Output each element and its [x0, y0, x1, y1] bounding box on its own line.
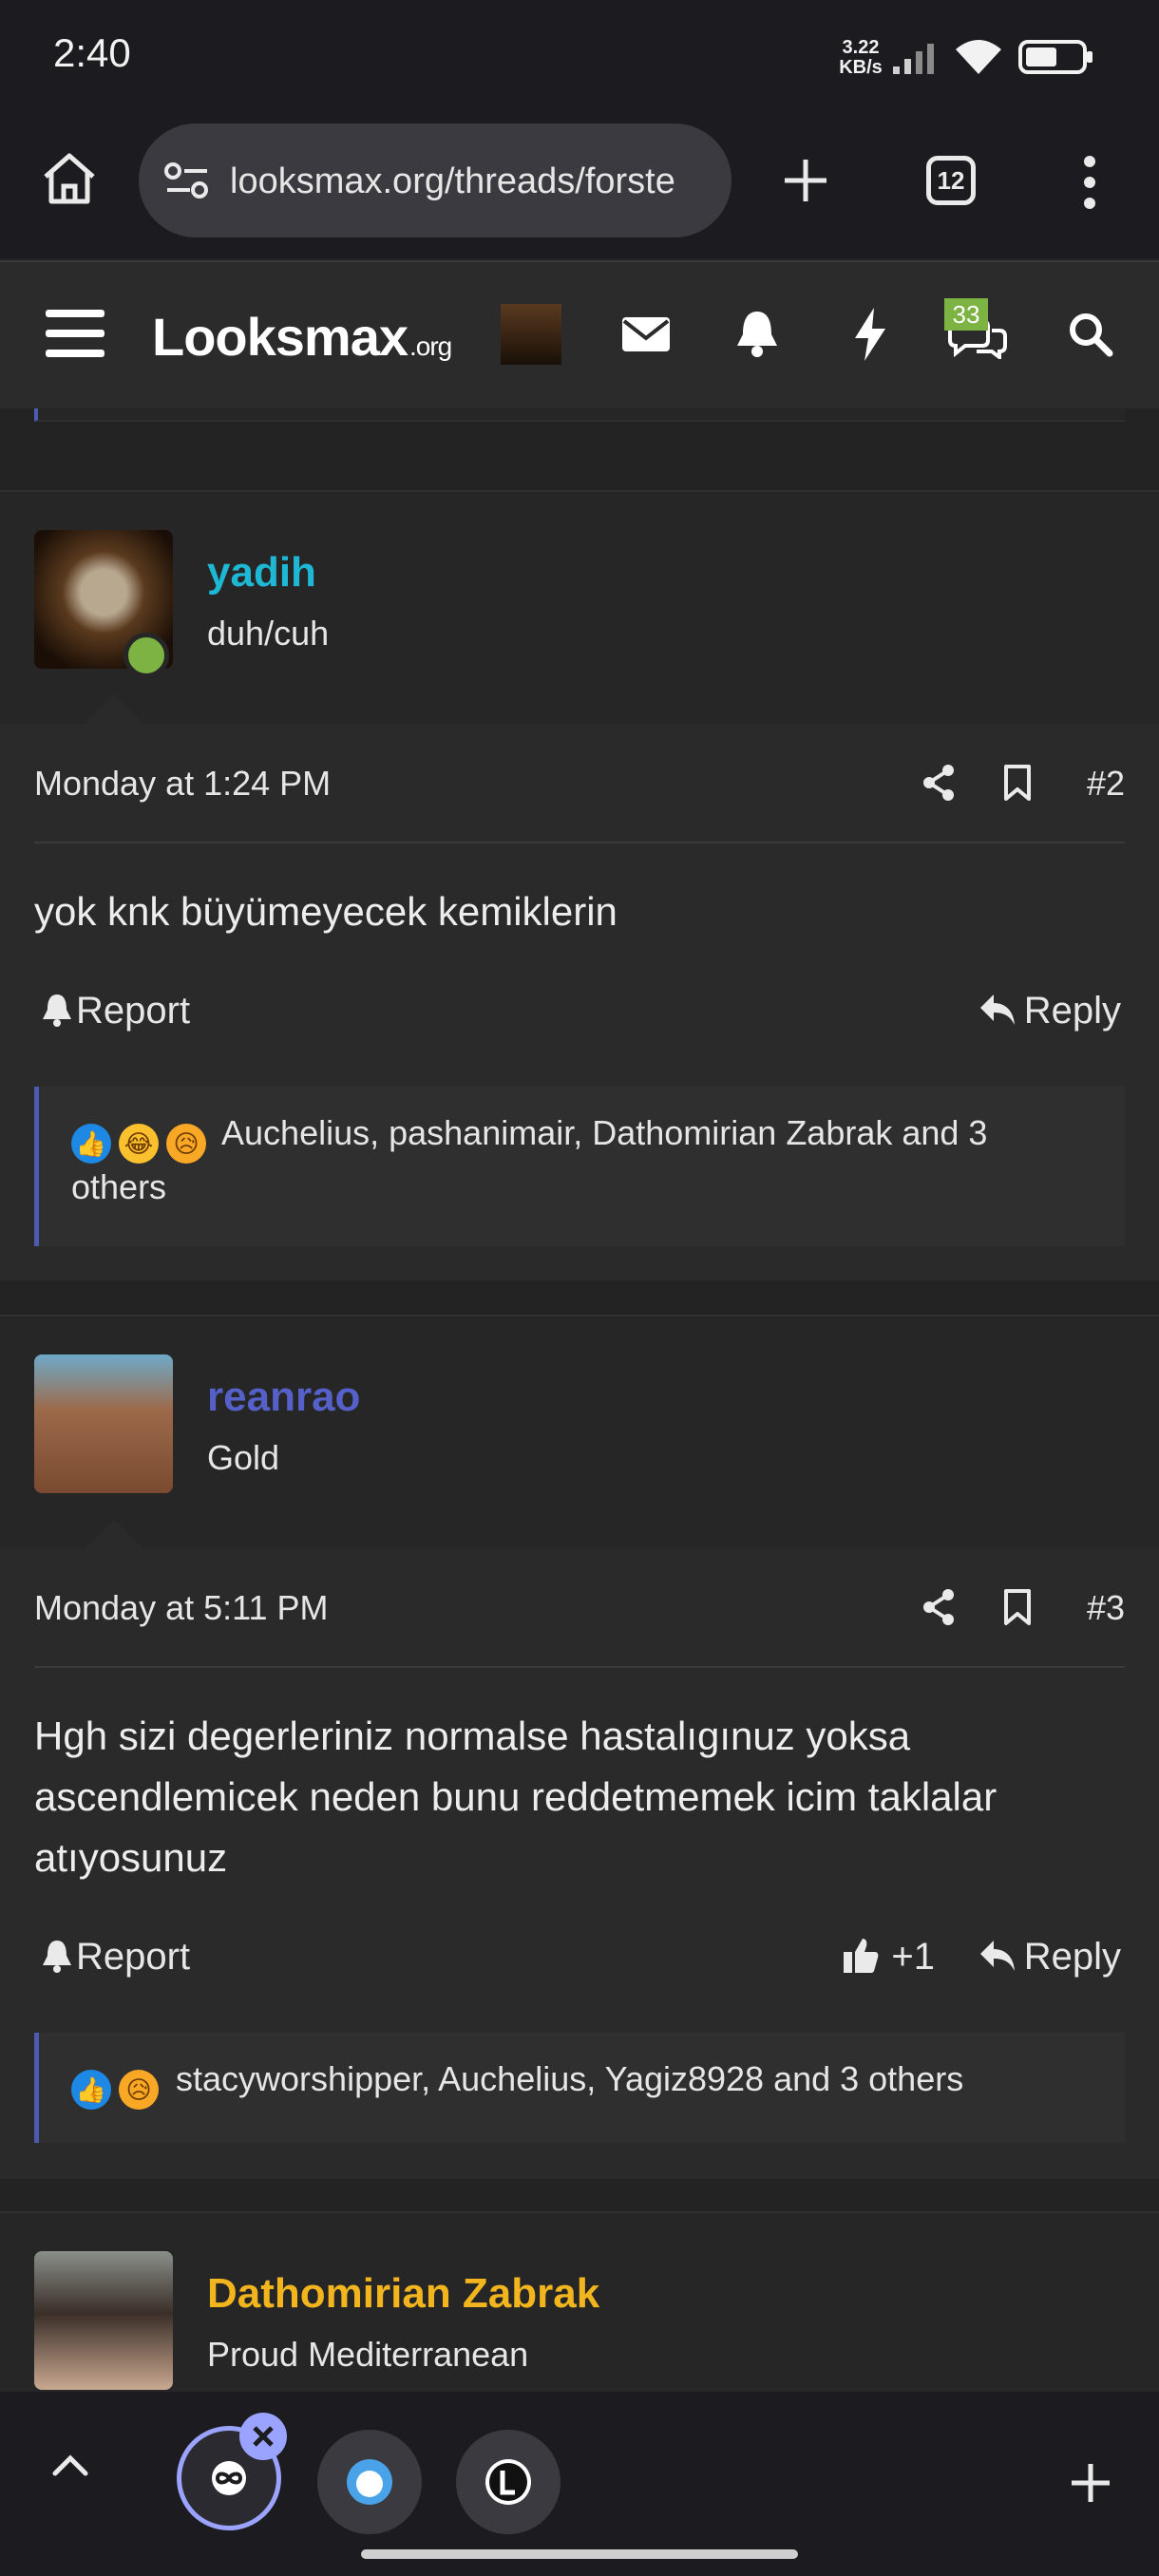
tab-switcher-icon[interactable]: 12	[926, 156, 976, 205]
username[interactable]: reanrao	[207, 1373, 360, 1421]
post-body: yok knk büyümeyecek kemiklerin	[34, 889, 618, 934]
online-indicator	[124, 633, 169, 678]
new-tab-icon[interactable]	[781, 156, 830, 205]
report-button[interactable]: Report	[42, 1936, 190, 1979]
previous-post-tail	[0, 408, 1159, 484]
post-meta: Monday at 5:11 PM #3	[34, 1548, 1125, 1668]
sad-reaction-icon: 😥	[166, 1124, 206, 1164]
post-actions: Report Reply	[34, 984, 1125, 1041]
user-title: Proud Mediterranean	[207, 2335, 529, 2374]
logo-suffix: .org	[409, 331, 452, 361]
network-speed: 3.22 KB/s	[832, 38, 889, 78]
post-separator	[0, 2179, 1159, 2211]
reply-label: Reply	[1023, 990, 1121, 1032]
search-icon[interactable]	[1068, 312, 1113, 357]
more-menu-icon[interactable]	[1079, 154, 1100, 211]
browser-toolbar: looksmax.org/threads/forste 12	[0, 114, 1159, 258]
post: Dathomirian Zabrak Proud Mediterranean	[0, 2211, 1159, 2445]
site-settings-icon[interactable]	[163, 161, 211, 199]
reactions-text: stacyworshipper, Auchelius, Yagiz8928 an…	[176, 2059, 964, 2098]
report-label: Report	[76, 990, 191, 1032]
reply-arrow-icon	[979, 1941, 1015, 1971]
signal-icon	[893, 44, 934, 74]
reactions-bar[interactable]: 👍 😂 😥 Auchelius, pashanimair, Dathomirian …	[34, 1087, 1125, 1246]
address-bar[interactable]: looksmax.org/threads/forste	[139, 123, 732, 237]
mail-icon[interactable]	[622, 315, 670, 353]
close-icon	[253, 2426, 274, 2447]
avatar[interactable]	[34, 1354, 173, 1493]
reactions-bar[interactable]: 👍 😥 stacyworshipper, Auchelius, Yagiz8928…	[34, 2033, 1125, 2143]
like-count: +1	[891, 1936, 935, 1978]
bell-icon[interactable]	[735, 310, 779, 357]
gesture-bar[interactable]	[361, 2549, 798, 2559]
thumbs-up-icon	[844, 1939, 879, 1973]
letter-l-tab-icon	[485, 2459, 531, 2505]
logo-text: Looksmax	[152, 307, 408, 367]
post-user-row: reanrao Gold	[0, 1316, 1159, 1548]
username[interactable]: Dathomirian Zabrak	[207, 2270, 599, 2318]
like-reaction-icon: 👍	[71, 1124, 111, 1164]
face-tab-icon	[347, 2459, 392, 2505]
bolt-icon[interactable]	[853, 308, 887, 361]
wifi-icon	[956, 40, 1001, 74]
reply-button[interactable]: Reply	[978, 1936, 1121, 1979]
user-title: duh/cuh	[207, 614, 330, 653]
post: yadih duh/cuh Monday at 1:24 PM #2 yok k…	[0, 490, 1159, 1280]
post: reanrao Gold Monday at 5:11 PM #3 Hgh si…	[0, 1315, 1159, 2179]
reactions-text: Auchelius, pashanimair, Dathomirian Zabr…	[71, 1113, 988, 1206]
url-text: looksmax.org/threads/forste	[230, 161, 675, 201]
like-button[interactable]: +1	[842, 1936, 935, 1979]
tab[interactable]	[317, 2430, 422, 2534]
hamburger-menu-icon[interactable]	[46, 308, 104, 359]
post-user-row: yadih duh/cuh	[0, 492, 1159, 724]
post-separator	[0, 1282, 1159, 1315]
site-header: Looksmax.org 33	[0, 260, 1159, 408]
post-actions: Report +1 Reply	[34, 1930, 1125, 1987]
infinity-tab-icon	[212, 2461, 246, 2495]
reply-button[interactable]: Reply	[978, 990, 1121, 1032]
battery-icon	[1018, 40, 1092, 74]
network-speed-unit: KB/s	[839, 57, 883, 78]
site-logo[interactable]: Looksmax.org	[152, 306, 452, 368]
post-number[interactable]: #3	[1087, 1588, 1125, 1628]
share-icon[interactable]	[922, 1588, 956, 1626]
post-body: Hgh sizi degerleriniz normalse hastalıgı…	[34, 1714, 998, 1880]
report-bell-icon	[43, 994, 71, 1027]
previous-reactions-bar	[34, 408, 1125, 422]
sad-reaction-icon: 😥	[119, 2070, 159, 2110]
status-time: 2:40	[53, 30, 131, 75]
like-reaction-icon: 👍	[71, 2070, 111, 2110]
reply-label: Reply	[1023, 1936, 1121, 1978]
user-row-pointer	[86, 695, 142, 724]
post-number[interactable]: #2	[1087, 764, 1125, 804]
bottom-tab-bar	[0, 2392, 1159, 2576]
status-bar: 2:40 3.22 KB/s	[0, 0, 1159, 114]
laugh-reaction-icon: 😂	[119, 1124, 159, 1164]
close-tab-button[interactable]	[239, 2413, 287, 2460]
username[interactable]: yadih	[207, 549, 316, 597]
user-row-pointer	[86, 1520, 142, 1548]
account-avatar[interactable]	[501, 304, 561, 365]
network-speed-value: 3.22	[842, 37, 880, 58]
post-date[interactable]: Monday at 1:24 PM	[34, 764, 331, 804]
home-icon[interactable]	[40, 150, 99, 207]
post-date[interactable]: Monday at 5:11 PM	[34, 1588, 329, 1628]
tab[interactable]	[456, 2430, 560, 2534]
bookmark-icon[interactable]	[1003, 764, 1032, 802]
share-icon[interactable]	[922, 764, 956, 802]
report-button[interactable]: Report	[42, 990, 190, 1032]
browser-screen: 2:40 3.22 KB/s looksmax.org/threads/fors…	[0, 0, 1159, 2576]
report-label: Report	[76, 1936, 191, 1978]
bookmark-icon[interactable]	[1003, 1588, 1032, 1626]
plus-icon[interactable]	[1070, 2462, 1112, 2504]
report-bell-icon	[43, 1941, 71, 1973]
user-title: Gold	[207, 1438, 280, 1477]
messages-badge: 33	[944, 298, 988, 331]
chevron-up-icon[interactable]	[51, 2451, 89, 2477]
avatar[interactable]	[34, 2251, 173, 2390]
post-meta: Monday at 1:24 PM #2	[34, 724, 1125, 843]
reply-arrow-icon	[979, 994, 1015, 1025]
